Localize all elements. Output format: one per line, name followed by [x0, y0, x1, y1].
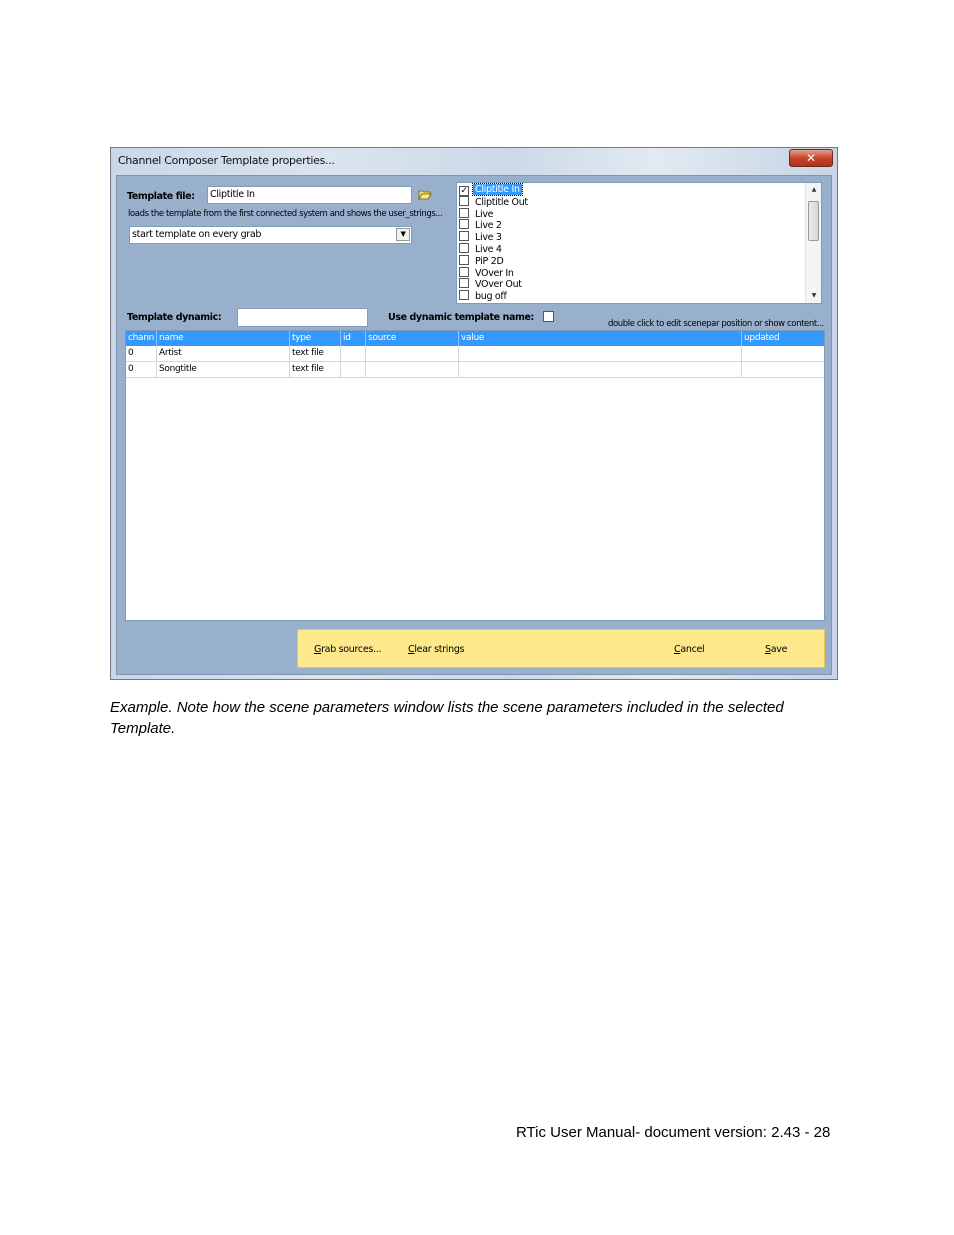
figure-caption: Example. Note how the scene parameters w… — [110, 699, 784, 737]
template-list[interactable]: ✓ Cliptitle In Cliptitle Out Live Live 2 Live… — [456, 182, 822, 304]
template-name: bug off — [475, 291, 507, 303]
template-list-item[interactable]: VOver In — [459, 266, 516, 279]
grid-header: chann name type id source value updated — [126, 331, 824, 346]
template-list-item[interactable]: PiP 2D — [459, 254, 505, 267]
use-dynamic-checkbox[interactable] — [543, 311, 554, 322]
title-bar[interactable]: Channel Composer Template properties... … — [111, 148, 837, 175]
grid-cell[interactable] — [341, 346, 366, 362]
use-dynamic-label: Use dynamic template name: — [388, 312, 534, 323]
template-checkbox[interactable]: ✓ — [459, 186, 469, 196]
template-name: VOver Out — [475, 279, 522, 291]
template-list-scrollbar[interactable]: ▲ ▼ — [805, 183, 821, 303]
button-bar: Grab sources... Clear strings Cancel Sav… — [297, 629, 825, 668]
template-file-input[interactable]: Cliptitle In — [207, 186, 412, 204]
page-footer: RTic User Manual- document version: 2.43… — [516, 1124, 831, 1141]
scroll-thumb[interactable] — [808, 201, 819, 241]
grid-cell[interactable] — [459, 346, 742, 362]
template-name: Live 3 — [475, 232, 502, 244]
cancel-button[interactable]: Cancel — [674, 644, 705, 655]
template-name: Live — [475, 208, 494, 220]
dialog-window: Channel Composer Template properties... … — [110, 147, 838, 680]
template-list-item[interactable]: Cliptitle Out — [459, 195, 530, 208]
grid-cell[interactable] — [742, 346, 824, 362]
template-file-label: Template file: — [127, 191, 195, 202]
template-checkbox[interactable] — [459, 278, 469, 289]
template-dynamic-label: Template dynamic: — [127, 312, 222, 323]
template-name: Cliptitle Out — [475, 196, 528, 208]
dialog-client-area: Template file: Cliptitle In loads the te… — [116, 175, 832, 675]
grid-column-header[interactable]: source — [366, 331, 459, 346]
grab-sources-button[interactable]: Grab sources... — [314, 644, 382, 655]
close-icon: ✕ — [805, 151, 817, 165]
grid-cell[interactable]: Artist — [157, 346, 290, 362]
template-name: Live 2 — [475, 220, 502, 232]
grid-cell[interactable] — [366, 362, 459, 378]
grid-cell[interactable] — [459, 362, 742, 378]
grid-column-header[interactable]: chann — [126, 331, 157, 346]
template-name: Live 4 — [475, 244, 502, 255]
template-checkbox[interactable] — [459, 266, 469, 277]
scroll-down-arrow-icon[interactable]: ▼ — [806, 289, 821, 303]
close-button[interactable]: ✕ — [789, 149, 833, 167]
template-name: PiP 2D — [475, 255, 504, 267]
grid-column-header[interactable]: type — [290, 331, 341, 346]
grid-cell[interactable]: 0 — [126, 346, 157, 362]
grid-cell[interactable]: text file — [290, 346, 341, 362]
template-list-item[interactable]: Live 3 — [459, 231, 504, 243]
template-file-note: loads the template from the first connec… — [128, 209, 443, 219]
grid-cell[interactable]: text file — [290, 362, 341, 378]
template-checkbox[interactable] — [459, 195, 469, 206]
dialog-title: Channel Composer Template properties... — [118, 154, 335, 167]
scroll-up-arrow-icon[interactable]: ▲ — [806, 183, 821, 197]
template-name: Cliptitle In — [472, 183, 523, 196]
template-list-item[interactable]: Live 4 — [459, 243, 504, 255]
scene-params-grid[interactable]: chann name type id source value updated 0 Artis… — [125, 330, 825, 621]
grid-column-header[interactable]: updated — [742, 331, 824, 346]
grid-column-header[interactable]: id — [341, 331, 366, 346]
grid-cell[interactable]: 0 — [126, 362, 157, 378]
clear-strings-button[interactable]: Clear strings — [408, 644, 465, 655]
template-checkbox[interactable] — [459, 243, 469, 253]
grab-mode-value: start template on every grab — [132, 229, 262, 240]
template-checkbox[interactable] — [459, 231, 469, 242]
template-checkbox[interactable] — [459, 219, 469, 230]
folder-open-icon[interactable] — [418, 189, 432, 200]
template-name: VOver In — [475, 267, 514, 279]
template-dynamic-input[interactable] — [237, 308, 368, 327]
template-list-item[interactable]: Live — [459, 207, 495, 220]
grab-mode-select[interactable]: start template on every grab ▼ — [129, 226, 412, 244]
chevron-down-icon[interactable]: ▼ — [396, 228, 410, 241]
grid-hint: double click to edit scenepar position o… — [608, 319, 824, 329]
template-checkbox[interactable] — [459, 290, 469, 301]
template-list-item[interactable]: bug off — [459, 290, 509, 302]
grid-column-header[interactable]: name — [157, 331, 290, 346]
grid-cell[interactable] — [742, 362, 824, 378]
grid-cell[interactable] — [366, 346, 459, 362]
template-checkbox[interactable] — [459, 254, 469, 265]
grid-cell[interactable]: Songtitle — [157, 362, 290, 378]
template-checkbox[interactable] — [459, 207, 469, 218]
template-list-item[interactable]: Live 2 — [459, 219, 504, 231]
save-button[interactable]: Save — [765, 644, 787, 655]
grid-column-header[interactable]: value — [459, 331, 742, 346]
template-list-item[interactable]: VOver Out — [459, 278, 524, 290]
grid-cell[interactable] — [341, 362, 366, 378]
template-list-item[interactable]: ✓ Cliptitle In — [459, 183, 523, 196]
